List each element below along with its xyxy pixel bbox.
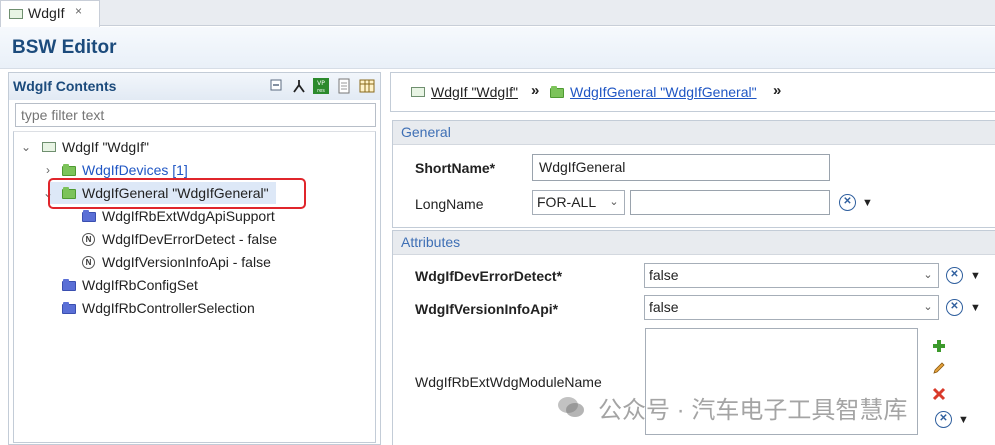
contents-title: WdgIf Contents xyxy=(13,78,117,94)
svg-text:res: res xyxy=(317,88,325,94)
longname-input[interactable] xyxy=(630,190,830,215)
delete-icon[interactable] xyxy=(932,387,946,401)
version-info-api-label: WdgIfVersionInfoApi* xyxy=(415,301,559,317)
contents-panel-header: WdgIf Contents VP res xyxy=(9,73,380,100)
select-value: false xyxy=(649,267,679,283)
folder-icon xyxy=(62,164,76,176)
multiplicity-icon[interactable]: ✕ xyxy=(946,267,963,284)
tab-close-icon[interactable]: × xyxy=(75,4,82,18)
contents-tree: ⌄ WdgIf "WdgIf" › WdgIfDevices [1] ⌄ Wdg… xyxy=(13,131,376,443)
add-icon[interactable] xyxy=(932,339,946,353)
editor-header: BSW Editor xyxy=(0,27,995,69)
expand-chevron-icon[interactable]: ⌄ xyxy=(20,136,32,158)
tree-item-controller-selection[interactable]: WdgIfRbControllerSelection xyxy=(18,297,368,319)
select-value: false xyxy=(649,299,679,315)
container-icon xyxy=(62,279,76,291)
dropdown-arrow-icon[interactable]: ▼ xyxy=(958,414,969,426)
dropdown-arrow-icon[interactable]: ▼ xyxy=(970,302,981,314)
parameter-icon: N xyxy=(82,233,95,246)
contents-panel: WdgIf Contents VPres ⌄ WdgIf "WdgIf" › xyxy=(8,72,381,445)
ext-wdg-module-name-label: WdgIfRbExtWdgModuleName xyxy=(415,374,602,390)
container-icon xyxy=(62,302,76,314)
tree-item-label: WdgIf "WdgIf" xyxy=(62,139,149,155)
tab-wdgif[interactable]: WdgIf × xyxy=(0,0,100,27)
section-title: General xyxy=(401,124,451,140)
module-icon xyxy=(42,142,56,152)
dev-error-detect-select[interactable]: false ⌄ xyxy=(644,263,939,288)
language-value: FOR-ALL xyxy=(537,194,597,210)
chevron-down-icon: ⌄ xyxy=(923,301,933,313)
general-section: General ShortName* WdgIfGeneral LongName… xyxy=(392,120,995,228)
multiplicity-icon[interactable]: ✕ xyxy=(935,411,952,428)
dropdown-arrow-icon[interactable]: ▼ xyxy=(970,270,981,282)
tree-item-root[interactable]: ⌄ WdgIf "WdgIf" xyxy=(18,136,368,158)
container-icon xyxy=(82,210,96,222)
chevron-down-icon: ⌄ xyxy=(609,196,619,208)
chevron-down-icon: ⌄ xyxy=(923,269,933,281)
watermark-text: 公众号 · 汽车电子工具智慧库 xyxy=(598,397,908,424)
editor-title: BSW Editor xyxy=(12,37,117,58)
tree-item-version-info-api[interactable]: N WdgIfVersionInfoApi - false xyxy=(18,251,368,273)
wechat-icon xyxy=(558,397,584,417)
multiplicity-icon[interactable]: ✕ xyxy=(839,194,856,211)
tab-label: WdgIf xyxy=(28,5,65,21)
section-title: Attributes xyxy=(401,234,461,250)
dev-error-detect-label: WdgIfDevErrorDetect* xyxy=(415,268,563,284)
edit-pencil-icon[interactable] xyxy=(932,361,946,375)
document-icon[interactable] xyxy=(336,78,352,94)
folder-icon xyxy=(550,86,564,98)
module-icon xyxy=(9,9,23,19)
breadcrumb-separator: » xyxy=(773,82,782,99)
attributes-section-header[interactable]: Attributes xyxy=(393,231,995,255)
table-view-icon[interactable] xyxy=(359,78,375,94)
breadcrumb-item-general[interactable]: WdgIfGeneral "WdgIfGeneral" xyxy=(570,84,757,100)
tree-item-dev-error-detect[interactable]: N WdgIfDevErrorDetect - false xyxy=(18,228,368,250)
annotation-highlight-box xyxy=(48,178,306,209)
tree-item-label: WdgIfDevErrorDetect - false xyxy=(102,231,278,247)
breadcrumb-item-wdgif[interactable]: WdgIf "WdgIf" xyxy=(431,84,518,100)
hierarchy-icon[interactable] xyxy=(291,78,307,94)
filter-input[interactable] xyxy=(15,103,376,127)
breadcrumb: WdgIf "WdgIf" » WdgIfGeneral "WdgIfGener… xyxy=(390,72,995,112)
parameter-icon: N xyxy=(82,256,95,269)
multiplicity-icon[interactable]: ✕ xyxy=(946,299,963,316)
version-info-api-select[interactable]: false ⌄ xyxy=(644,295,939,320)
shortname-label: ShortName* xyxy=(415,160,496,176)
tree-item-label: WdgIfRbControllerSelection xyxy=(82,300,255,316)
tree-item-label: WdgIfVersionInfoApi - false xyxy=(102,254,271,270)
longname-label: LongName xyxy=(415,196,484,212)
tree-item-config-set[interactable]: WdgIfRbConfigSet xyxy=(18,274,368,296)
breadcrumb-separator: » xyxy=(531,82,540,99)
variant-resources-icon[interactable]: VPres xyxy=(313,78,329,94)
dropdown-arrow-icon[interactable]: ▼ xyxy=(862,197,873,209)
general-section-header[interactable]: General xyxy=(393,121,995,145)
collapse-all-icon[interactable] xyxy=(269,78,285,94)
tree-item-label: WdgIfRbConfigSet xyxy=(82,277,198,293)
editor-tab-strip: WdgIf × xyxy=(0,0,995,27)
longname-language-select[interactable]: FOR-ALL ⌄ xyxy=(532,190,625,215)
svg-text:VP: VP xyxy=(317,80,325,87)
shortname-input[interactable]: WdgIfGeneral xyxy=(532,154,830,181)
module-icon xyxy=(411,87,425,97)
